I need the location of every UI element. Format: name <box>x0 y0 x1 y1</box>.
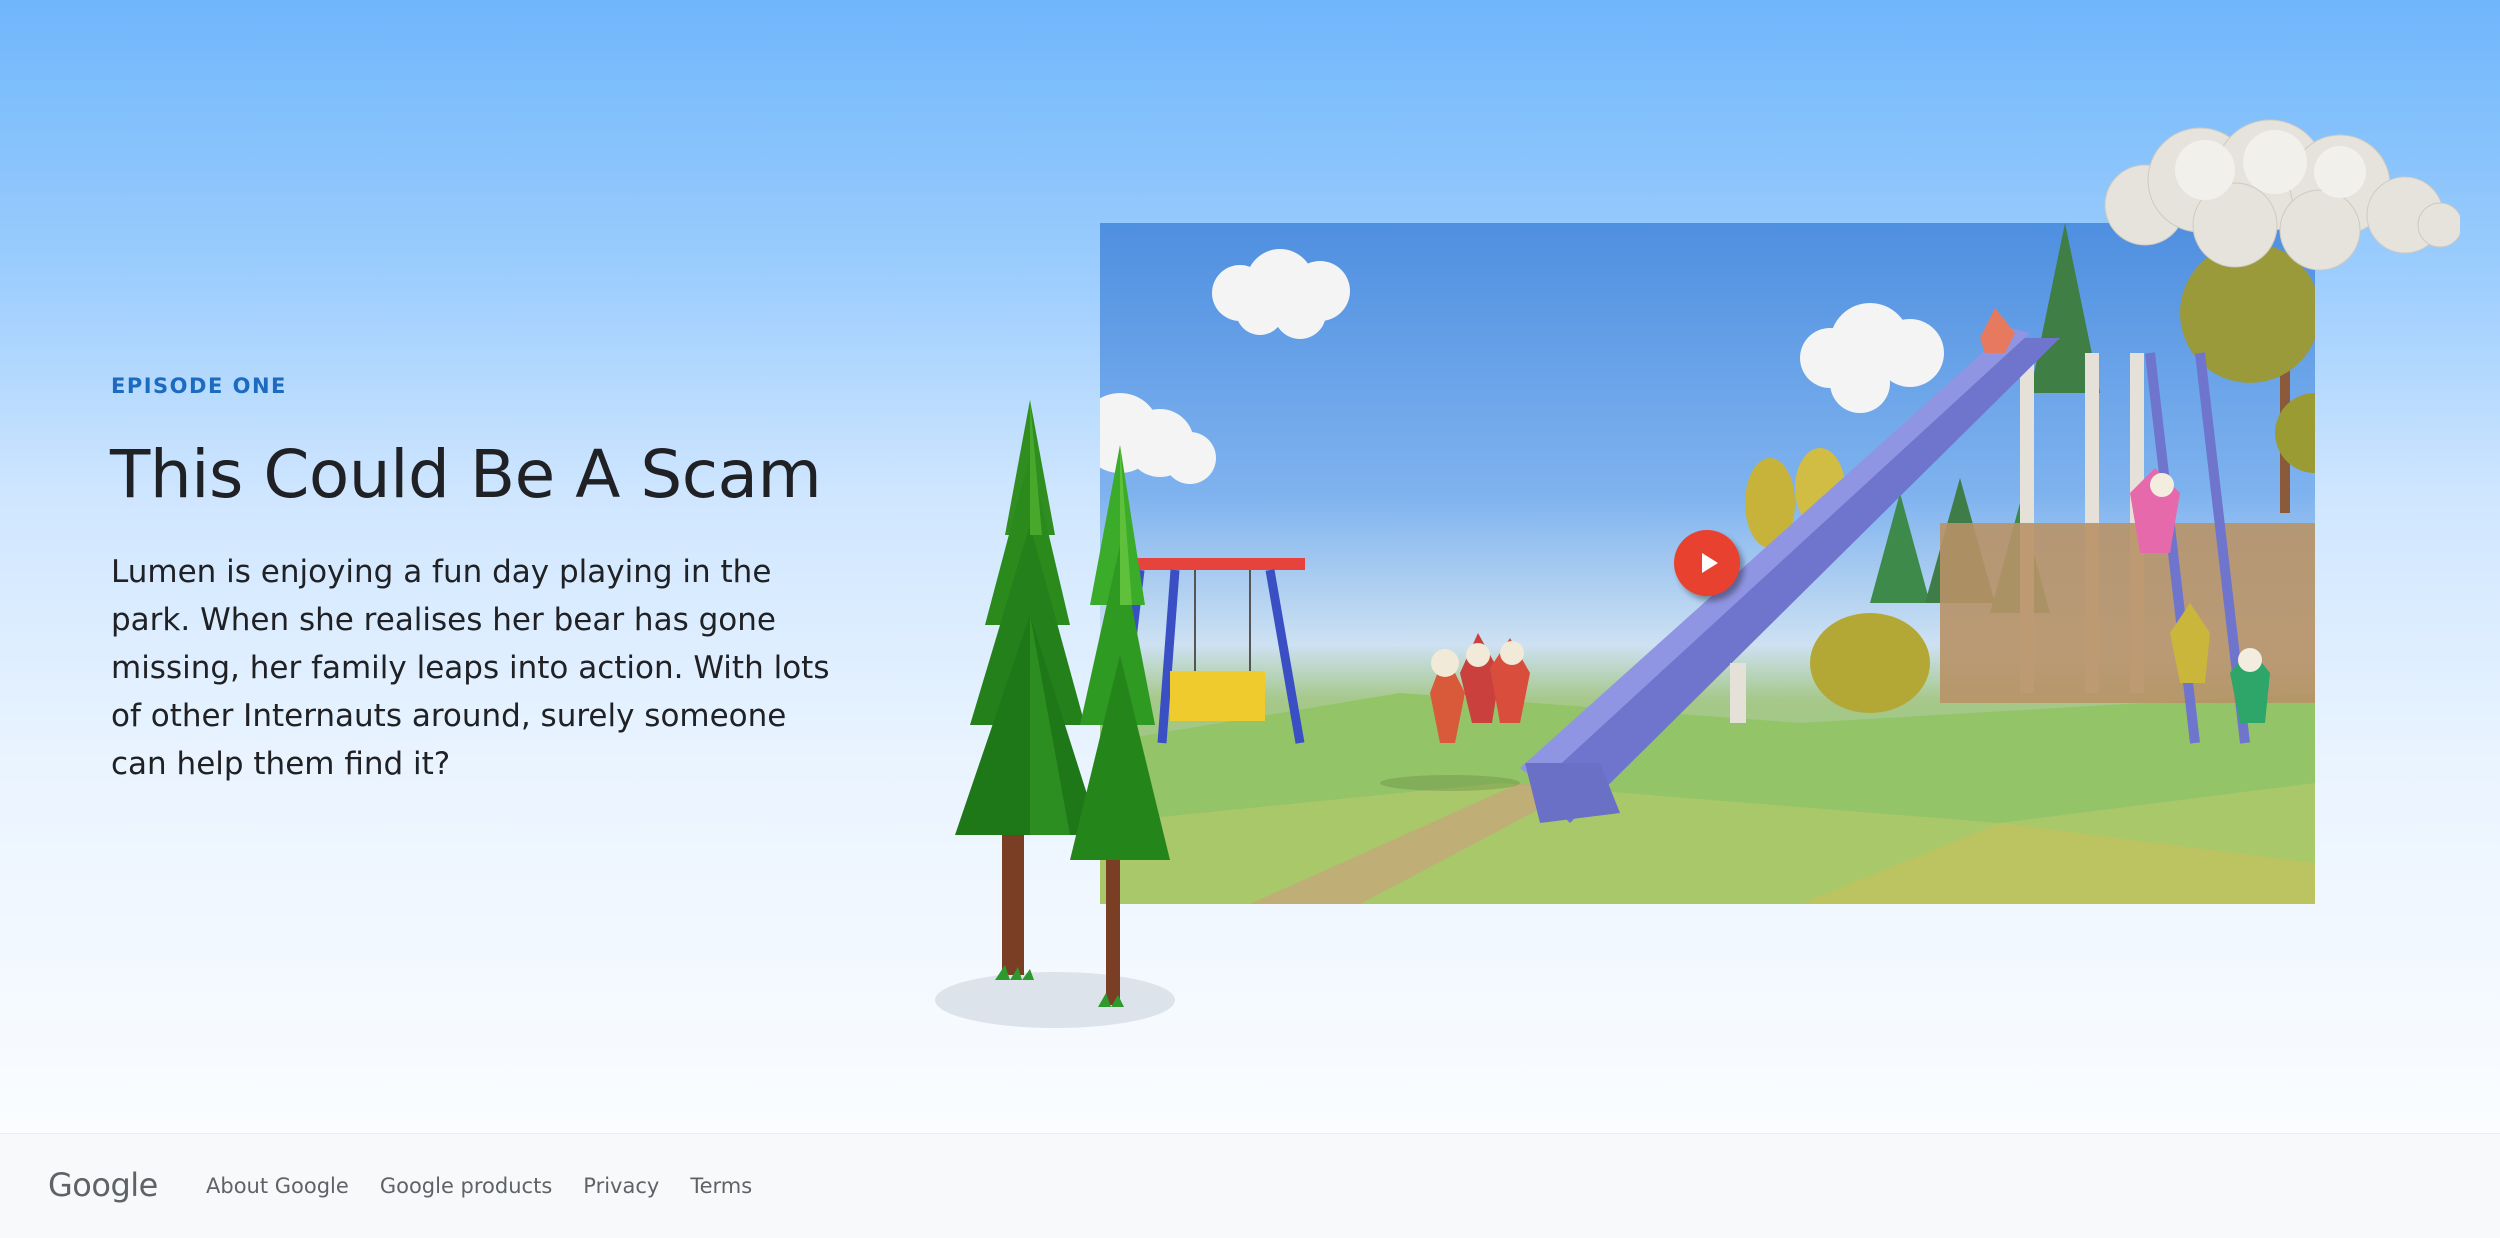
video-thumbnail[interactable] <box>1100 223 2315 904</box>
play-button[interactable] <box>1674 530 1740 596</box>
episode-eyebrow: EPISODE ONE <box>111 374 287 398</box>
site-footer: Google About Google Google products Priv… <box>0 1133 2500 1238</box>
hero-section: EPISODE ONE This Could Be A Scam Lumen i… <box>0 0 2500 1133</box>
episode-title: This Could Be A Scam <box>110 436 822 513</box>
cloud-decoration <box>2104 119 2460 271</box>
footer-link-terms[interactable]: Terms <box>690 1174 752 1198</box>
footer-link-privacy[interactable]: Privacy <box>583 1174 659 1198</box>
episode-description: Lumen is enjoying a fun day playing in t… <box>111 554 830 782</box>
footer-links: About Google Google products Privacy Ter… <box>206 1174 752 1198</box>
footer-link-about-google[interactable]: About Google <box>206 1174 349 1198</box>
google-logo[interactable]: Google <box>48 1166 158 1204</box>
play-icon <box>1701 553 1718 573</box>
footer-link-google-products[interactable]: Google products <box>380 1174 552 1198</box>
pine-trees-decoration <box>935 400 1175 1028</box>
